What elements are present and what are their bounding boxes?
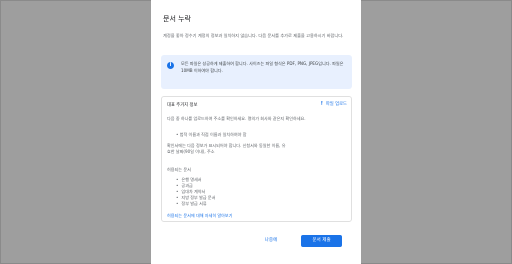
list-item: 정부 발급 서류	[176, 201, 215, 207]
submit-documents-button[interactable]: 문서 제출	[301, 235, 342, 247]
info-banner: i 모든 파일은 성공하게 제출하여 합니다. 사이즈는 파일 형식은 PDF,…	[161, 55, 352, 89]
accepted-docs-heading: 허용되는 문서	[167, 167, 191, 172]
upload-file-button[interactable]: ⭱ 파일 업로드	[321, 100, 347, 108]
upload-card-subtitle: 다음 중 하나를 업로드하여 주소를 확인하세요. 명의가 회사와 같은지 확인…	[167, 116, 306, 121]
info-banner-text: 모든 파일은 성공하게 제출하여 합니다. 사이즈는 파일 형식은 PDF, P…	[181, 61, 344, 73]
dialog-description: 계정을 좋아 정수기 계정의 정보과 일치하지 않습니다. 다음 문서를 추가로…	[163, 33, 344, 38]
upload-icon: ⭱	[320, 100, 323, 107]
upload-card-bullet: • 법적 이름과 직접 이름과 일치하여야 함	[176, 132, 247, 137]
dialog-title: 문서 누락	[163, 15, 191, 23]
bullet-text: 법적 이름과 직접 이름과 일치하여야 함	[179, 132, 247, 137]
upload-file-label: 파일 업로드	[325, 102, 347, 107]
accepted-docs-list: 은행 명세서 공과금 임대차 계약서 지방 정부 발급 문서 정부 발급 서류	[176, 177, 215, 207]
upload-card-paragraph: 확인서에는 다음 정보가 표시되어야 합니다. 신청서와 동일한 이름, 유효한…	[167, 143, 286, 154]
later-button[interactable]: 나중에	[251, 235, 291, 247]
upload-card-title: 대표 주거지 정보	[167, 103, 198, 108]
missing-documents-dialog: 문서 누락 계정을 좋아 정수기 계정의 정보과 일치하지 않습니다. 다음 문…	[151, 0, 361, 264]
upload-card: 대표 주거지 정보 ⭱ 파일 업로드 다음 중 하나를 업로드하여 주소를 확인…	[161, 96, 352, 222]
info-icon: i	[167, 62, 174, 69]
learn-more-link[interactable]: 허용되는 문서에 대해 자세히 알아보기	[167, 213, 232, 219]
